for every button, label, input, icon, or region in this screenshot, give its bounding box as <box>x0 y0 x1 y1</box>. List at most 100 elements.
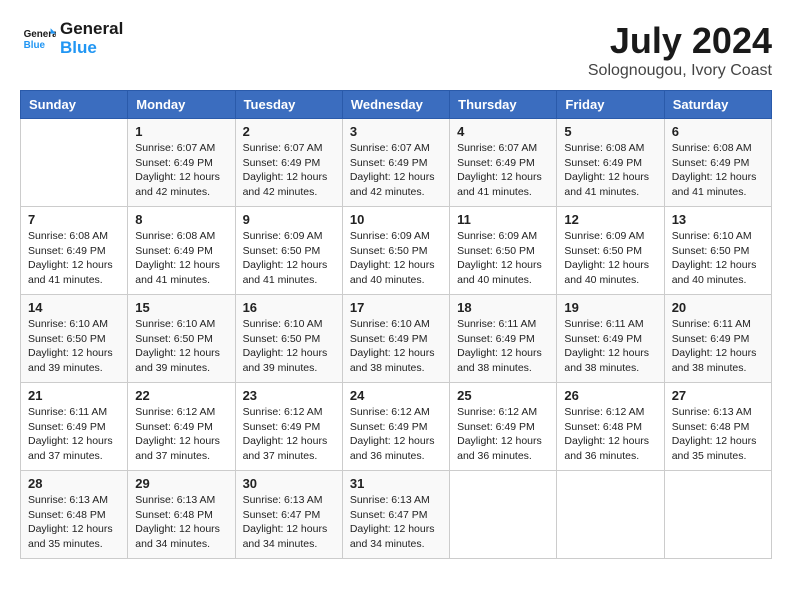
calendar-cell: 14 Sunrise: 6:10 AMSunset: 6:50 PMDayligh… <box>21 295 128 383</box>
day-info: Sunrise: 6:09 AMSunset: 6:50 PMDaylight:… <box>243 229 335 288</box>
calendar-cell: 29 Sunrise: 6:13 AMSunset: 6:48 PMDayligh… <box>128 471 235 559</box>
calendar-cell: 16Sunrise: 6:10 AMSunset: 6:50 PMDayligh… <box>235 295 342 383</box>
location: Solognougou, Ivory Coast <box>588 62 772 80</box>
day-info: Sunrise: 6:11 AMSunset: 6:49 PMDaylight:… <box>28 405 120 464</box>
day-number: 14 <box>28 300 120 315</box>
calendar-cell <box>21 119 128 207</box>
svg-text:Blue: Blue <box>24 40 46 51</box>
day-info: Sunrise: 6:12 AMSunset: 6:49 PMDaylight:… <box>457 405 549 464</box>
day-info: Sunrise: 6:08 AMSunset: 6:49 PMDaylight:… <box>672 141 764 200</box>
calendar-cell: 26 Sunrise: 6:12 AMSunset: 6:48 PMDayligh… <box>557 383 664 471</box>
calendar-cell: 24 Sunrise: 6:12 AMSunset: 6:49 PMDayligh… <box>342 383 449 471</box>
day-number: 15 <box>135 300 227 315</box>
day-of-week-monday: Monday <box>128 91 235 119</box>
calendar-table: SundayMondayTuesdayWednesdayThursdayFrid… <box>20 90 772 559</box>
day-of-week-thursday: Thursday <box>450 91 557 119</box>
calendar-cell: 10 Sunrise: 6:09 AMSunset: 6:50 PMDayligh… <box>342 207 449 295</box>
day-number: 7 <box>28 212 120 227</box>
logo-general: General <box>60 20 123 39</box>
day-info: Sunrise: 6:07 AMSunset: 6:49 PMDaylight:… <box>243 141 335 200</box>
day-of-week-friday: Friday <box>557 91 664 119</box>
day-number: 21 <box>28 388 120 403</box>
calendar-cell: 23 Sunrise: 6:12 AMSunset: 6:49 PMDayligh… <box>235 383 342 471</box>
title-block: July 2024 Solognougou, Ivory Coast <box>588 20 772 80</box>
day-number: 31 <box>350 476 442 491</box>
calendar-cell: 17 Sunrise: 6:10 AMSunset: 6:49 PMDayligh… <box>342 295 449 383</box>
calendar-cell: 4 Sunrise: 6:07 AMSunset: 6:49 PMDaylight… <box>450 119 557 207</box>
day-info: Sunrise: 6:07 AMSunset: 6:49 PMDaylight:… <box>457 141 549 200</box>
day-info: Sunrise: 6:13 AMSunset: 6:48 PMDaylight:… <box>28 493 120 552</box>
day-info: Sunrise: 6:07 AMSunset: 6:49 PMDaylight:… <box>135 141 227 200</box>
logo-blue: Blue <box>60 39 123 58</box>
day-info: Sunrise: 6:08 AMSunset: 6:49 PMDaylight:… <box>28 229 120 288</box>
day-number: 10 <box>350 212 442 227</box>
calendar-cell: 12 Sunrise: 6:09 AMSunset: 6:50 PMDayligh… <box>557 207 664 295</box>
calendar-cell: 9 Sunrise: 6:09 AMSunset: 6:50 PMDaylight… <box>235 207 342 295</box>
day-info: Sunrise: 6:10 AMSunset: 6:50 PMDaylight:… <box>28 317 120 376</box>
day-number: 11 <box>457 212 549 227</box>
day-info: Sunrise: 6:12 AMSunset: 6:49 PMDaylight:… <box>243 405 335 464</box>
day-number: 8 <box>135 212 227 227</box>
day-number: 2 <box>243 124 335 139</box>
day-info: Sunrise: 6:10 AMSunset: 6:50 PMDaylight:… <box>672 229 764 288</box>
day-of-week-wednesday: Wednesday <box>342 91 449 119</box>
day-info: Sunrise: 6:12 AMSunset: 6:49 PMDaylight:… <box>350 405 442 464</box>
day-info: Sunrise: 6:10 AMSunset: 6:49 PMDaylight:… <box>350 317 442 376</box>
calendar-cell: 8 Sunrise: 6:08 AMSunset: 6:49 PMDaylight… <box>128 207 235 295</box>
day-info: Sunrise: 6:08 AMSunset: 6:49 PMDaylight:… <box>135 229 227 288</box>
day-number: 17 <box>350 300 442 315</box>
logo: General Blue General Blue <box>20 20 123 57</box>
day-number: 22 <box>135 388 227 403</box>
day-of-week-tuesday: Tuesday <box>235 91 342 119</box>
day-number: 9 <box>243 212 335 227</box>
day-info: Sunrise: 6:12 AMSunset: 6:48 PMDaylight:… <box>564 405 656 464</box>
day-number: 1 <box>135 124 227 139</box>
day-number: 23 <box>243 388 335 403</box>
day-number: 25 <box>457 388 549 403</box>
calendar-cell: 11Sunrise: 6:09 AMSunset: 6:50 PMDayligh… <box>450 207 557 295</box>
day-number: 28 <box>28 476 120 491</box>
day-number: 5 <box>564 124 656 139</box>
calendar-cell: 13Sunrise: 6:10 AMSunset: 6:50 PMDayligh… <box>664 207 771 295</box>
calendar-cell: 22Sunrise: 6:12 AMSunset: 6:49 PMDayligh… <box>128 383 235 471</box>
day-number: 6 <box>672 124 764 139</box>
calendar-cell: 1 Sunrise: 6:07 AMSunset: 6:49 PMDaylight… <box>128 119 235 207</box>
day-info: Sunrise: 6:13 AMSunset: 6:47 PMDaylight:… <box>350 493 442 552</box>
day-number: 30 <box>243 476 335 491</box>
calendar-cell: 21 Sunrise: 6:11 AMSunset: 6:49 PMDayligh… <box>21 383 128 471</box>
day-of-week-sunday: Sunday <box>21 91 128 119</box>
day-number: 29 <box>135 476 227 491</box>
day-number: 20 <box>672 300 764 315</box>
day-info: Sunrise: 6:09 AMSunset: 6:50 PMDaylight:… <box>350 229 442 288</box>
day-number: 16 <box>243 300 335 315</box>
day-number: 3 <box>350 124 442 139</box>
calendar-cell <box>450 471 557 559</box>
calendar-cell: 31 Sunrise: 6:13 AMSunset: 6:47 PMDayligh… <box>342 471 449 559</box>
day-info: Sunrise: 6:11 AMSunset: 6:49 PMDaylight:… <box>457 317 549 376</box>
day-of-week-saturday: Saturday <box>664 91 771 119</box>
day-info: Sunrise: 6:07 AMSunset: 6:49 PMDaylight:… <box>350 141 442 200</box>
logo-icon: General Blue <box>20 21 56 57</box>
day-number: 26 <box>564 388 656 403</box>
calendar-cell: 6 Sunrise: 6:08 AMSunset: 6:49 PMDaylight… <box>664 119 771 207</box>
day-info: Sunrise: 6:09 AMSunset: 6:50 PMDaylight:… <box>564 229 656 288</box>
day-number: 12 <box>564 212 656 227</box>
day-info: Sunrise: 6:11 AMSunset: 6:49 PMDaylight:… <box>564 317 656 376</box>
calendar-cell <box>664 471 771 559</box>
day-number: 27 <box>672 388 764 403</box>
calendar-cell: 15 Sunrise: 6:10 AMSunset: 6:50 PMDayligh… <box>128 295 235 383</box>
day-info: Sunrise: 6:11 AMSunset: 6:49 PMDaylight:… <box>672 317 764 376</box>
day-number: 24 <box>350 388 442 403</box>
day-info: Sunrise: 6:10 AMSunset: 6:50 PMDaylight:… <box>135 317 227 376</box>
day-number: 19 <box>564 300 656 315</box>
calendar-cell: 25 Sunrise: 6:12 AMSunset: 6:49 PMDayligh… <box>450 383 557 471</box>
calendar-cell: 20 Sunrise: 6:11 AMSunset: 6:49 PMDayligh… <box>664 295 771 383</box>
calendar-cell: 19 Sunrise: 6:11 AMSunset: 6:49 PMDayligh… <box>557 295 664 383</box>
calendar-cell: 18 Sunrise: 6:11 AMSunset: 6:49 PMDayligh… <box>450 295 557 383</box>
month-title: July 2024 <box>588 20 772 62</box>
calendar-cell <box>557 471 664 559</box>
day-number: 18 <box>457 300 549 315</box>
calendar-cell: 30Sunrise: 6:13 AMSunset: 6:47 PMDayligh… <box>235 471 342 559</box>
day-number: 4 <box>457 124 549 139</box>
day-info: Sunrise: 6:13 AMSunset: 6:48 PMDaylight:… <box>135 493 227 552</box>
